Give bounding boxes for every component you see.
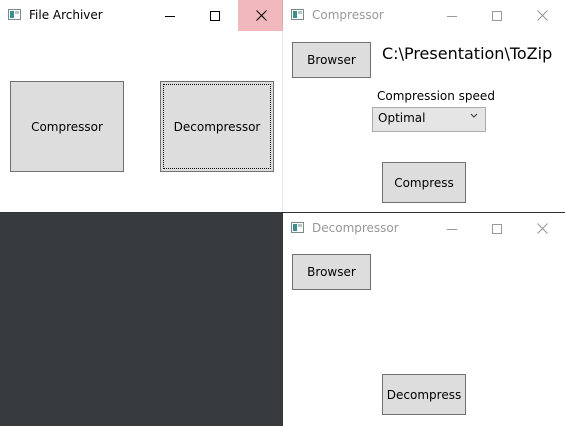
window-title: Decompressor [312, 221, 399, 235]
app-icon [291, 9, 304, 20]
maximize-icon [492, 10, 502, 21]
compression-speed-select[interactable]: Optimal [372, 107, 486, 132]
decompressor-window: Decompressor Browser Decompress [283, 213, 565, 426]
maximize-button[interactable] [474, 213, 520, 244]
selected-value: Optimal [378, 111, 426, 125]
maximize-button[interactable] [474, 0, 520, 31]
window-title: Compressor [312, 8, 384, 22]
close-icon [255, 10, 267, 21]
minimize-button[interactable] [429, 213, 475, 244]
window-title: File Archiver [29, 8, 103, 22]
title-bar[interactable]: Compressor [283, 0, 565, 31]
close-button[interactable] [238, 0, 284, 31]
chevron-down-icon [470, 113, 478, 118]
decompress-button[interactable]: Decompress [382, 374, 466, 415]
browser-button[interactable]: Browser [292, 42, 371, 78]
minimize-icon [165, 15, 175, 17]
close-button[interactable] [519, 213, 565, 244]
title-bar[interactable]: Decompressor [283, 213, 565, 244]
compressor-button[interactable]: Compressor [10, 81, 124, 172]
file-archiver-window: File Archiver Compressor Decompressor [0, 0, 284, 212]
maximize-icon [492, 223, 502, 234]
minimize-icon [447, 228, 457, 230]
close-icon [536, 223, 548, 234]
minimize-icon [447, 15, 457, 17]
title-bar[interactable]: File Archiver [0, 0, 284, 31]
close-button[interactable] [519, 0, 565, 31]
selected-path: C:\Presentation\ToZip [382, 44, 553, 63]
minimize-button[interactable] [429, 0, 475, 31]
minimize-button[interactable] [147, 0, 193, 31]
app-icon [8, 9, 21, 20]
close-icon [536, 10, 548, 21]
compress-button[interactable]: Compress [382, 162, 466, 203]
app-icon [291, 222, 304, 233]
maximize-icon [210, 10, 220, 21]
maximize-button[interactable] [192, 0, 238, 31]
compression-speed-label: Compression speed [377, 89, 495, 103]
decompressor-button[interactable]: Decompressor [160, 81, 274, 172]
browser-button[interactable]: Browser [292, 254, 371, 290]
compressor-window: Compressor Browser C:\Presentation\ToZip… [283, 0, 565, 212]
